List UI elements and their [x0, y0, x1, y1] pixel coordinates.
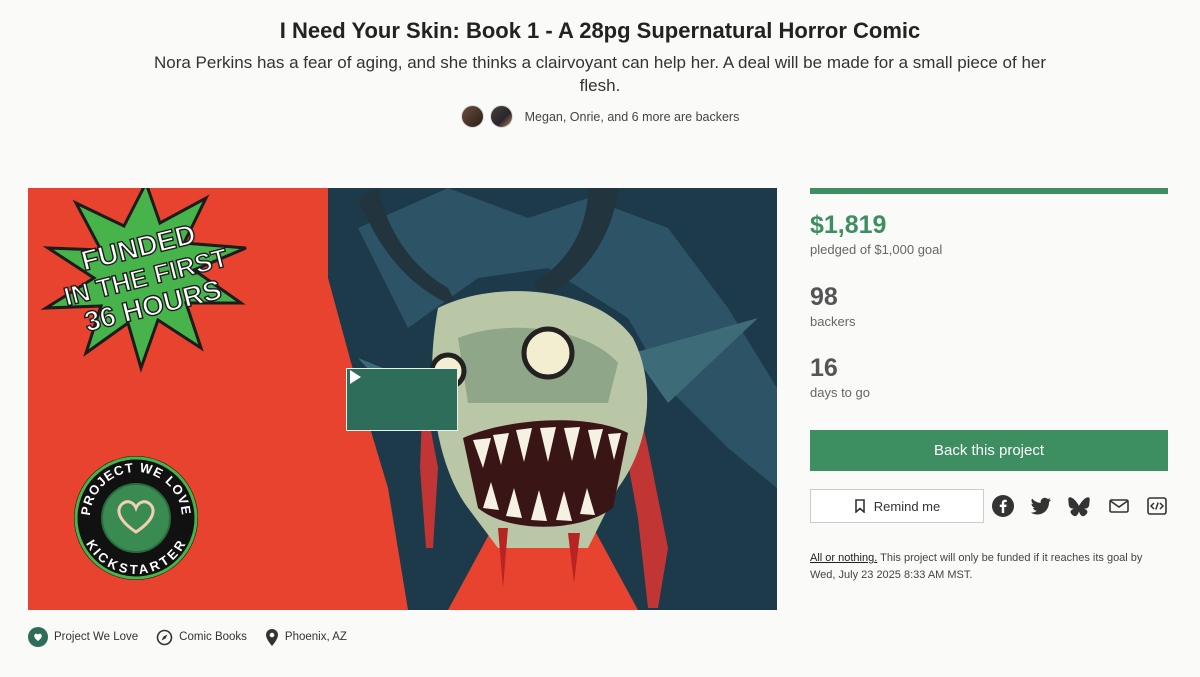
project-we-love-seal: PROJECT WE LOVE KICKSTARTER	[74, 456, 198, 580]
backers-stat: 98 backers	[810, 283, 856, 329]
all-or-nothing-note: All or nothing. This project will only b…	[810, 550, 1168, 584]
remind-me-button[interactable]: Remind me	[810, 489, 984, 523]
days-label: days to go	[810, 385, 870, 400]
tag-label: Project We Love	[54, 631, 139, 643]
play-button[interactable]	[346, 368, 458, 431]
embed-icon[interactable]	[1146, 495, 1168, 517]
funding-progress-bar	[810, 188, 1168, 194]
tag-comic-books[interactable]: Comic Books	[156, 629, 247, 646]
mail-icon[interactable]	[1108, 495, 1130, 517]
location-pin-icon	[265, 628, 278, 646]
pledged-amount: $1,819	[810, 211, 887, 239]
bluesky-icon[interactable]	[1068, 495, 1090, 517]
days-count: 16	[810, 354, 838, 382]
project-tags: Project We Love Comic Books Phoenix, AZ	[28, 627, 347, 647]
project-title: I Need Your Skin: Book 1 - A 28pg Supern…	[279, 18, 921, 43]
all-or-nothing-link[interactable]: All or nothing.	[810, 552, 877, 564]
back-project-button[interactable]: Back this project	[810, 430, 1168, 471]
backers-label: backers	[810, 314, 856, 329]
bookmark-icon	[854, 499, 865, 513]
backers-note: Megan, Onrie, and 6 more are backers	[524, 109, 740, 124]
days-stat: 16 days to go	[810, 354, 870, 400]
backer-avatar	[489, 105, 513, 128]
remind-me-label: Remind me	[873, 498, 941, 514]
tag-project-we-love[interactable]: Project We Love	[28, 627, 138, 647]
play-icon	[350, 370, 361, 384]
tag-location[interactable]: Phoenix, AZ	[265, 628, 347, 647]
backer-avatar	[460, 105, 484, 128]
backers-row: Megan, Onrie, and 6 more are backers	[0, 105, 1200, 128]
compass-icon	[156, 629, 173, 645]
pledged-stat: $1,819 pledged of $1,000 goal	[810, 211, 942, 257]
project-video[interactable]: FUNDED IN THE FIRST 36 HOURS PROJECT WE …	[28, 188, 777, 610]
twitter-icon[interactable]	[1030, 495, 1052, 517]
pledged-label: pledged of $1,000 goal	[810, 242, 943, 257]
backers-count: 98	[810, 283, 838, 311]
facebook-icon[interactable]	[992, 495, 1014, 517]
tag-label: Phoenix, AZ	[284, 631, 347, 643]
project-blurb: Nora Perkins has a fear of aging, and sh…	[153, 53, 1047, 95]
kickstarter-badge-icon	[28, 627, 48, 647]
tag-label: Comic Books	[179, 631, 247, 643]
